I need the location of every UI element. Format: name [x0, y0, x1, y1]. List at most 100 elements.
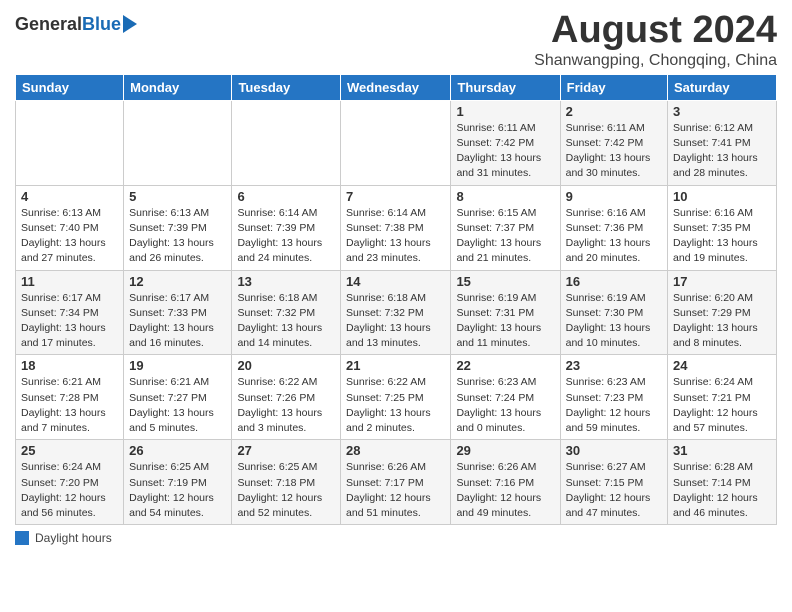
calendar-cell: 12Sunrise: 6:17 AM Sunset: 7:33 PM Dayli… [124, 270, 232, 355]
calendar-cell [232, 100, 341, 185]
calendar-cell: 22 Sunrise: 6:23 AM Sunset: 7:24 PM Dayli… [451, 355, 560, 440]
day-number: 20 [237, 358, 335, 373]
day-number: 28 [346, 443, 445, 458]
week-row-3: 18 Sunrise: 6:21 AM Sunset: 7:28 PM Dayli… [16, 355, 777, 440]
day-number: 5 [129, 189, 226, 204]
day-info: Sunrise: 6:26 AM Sunset: 7:17 PM Dayligh… [346, 460, 445, 521]
day-info: Sunrise: 6:28 AM Sunset: 7:14 PM Dayligh… [673, 460, 771, 521]
day-number: 25 [21, 443, 118, 458]
day-info: Sunrise: 6:21 AM Sunset: 7:28 PM Dayligh… [21, 375, 118, 436]
day-number: 19 [129, 358, 226, 373]
day-info: Sunrise: 6:17 AM Sunset: 7:33 PM Dayligh… [129, 291, 226, 352]
calendar-cell: 18 Sunrise: 6:21 AM Sunset: 7:28 PM Dayli… [16, 355, 124, 440]
calendar-cell: 16Sunrise: 6:19 AM Sunset: 7:30 PM Dayli… [560, 270, 667, 355]
calendar-cell [341, 100, 451, 185]
day-info: Sunrise: 6:22 AM Sunset: 7:26 PM Dayligh… [237, 375, 335, 436]
day-info: Sunrise: 6:13 AM Sunset: 7:39 PM Dayligh… [129, 206, 226, 267]
day-number: 21 [346, 358, 445, 373]
calendar-cell: 21 Sunrise: 6:22 AM Sunset: 7:25 PM Dayli… [341, 355, 451, 440]
logo-blue-text: Blue [82, 14, 121, 35]
calendar-cell: 28 Sunrise: 6:26 AM Sunset: 7:17 PM Dayli… [341, 440, 451, 525]
calendar-cell: 13 Sunrise: 6:18 AM Sunset: 7:32 PM Dayli… [232, 270, 341, 355]
day-info: Sunrise: 6:18 AM Sunset: 7:32 PM Dayligh… [346, 291, 445, 352]
day-number: 24 [673, 358, 771, 373]
calendar-cell: 20 Sunrise: 6:22 AM Sunset: 7:26 PM Dayli… [232, 355, 341, 440]
day-info: Sunrise: 6:23 AM Sunset: 7:23 PM Dayligh… [566, 375, 662, 436]
day-number: 13 [237, 274, 335, 289]
day-info: Sunrise: 6:13 AM Sunset: 7:40 PM Dayligh… [21, 206, 118, 267]
week-row-2: 11 Sunrise: 6:17 AM Sunset: 7:34 PM Dayli… [16, 270, 777, 355]
day-number: 6 [237, 189, 335, 204]
calendar-cell [16, 100, 124, 185]
day-info: Sunrise: 6:16 AM Sunset: 7:36 PM Dayligh… [566, 206, 662, 267]
legend: Daylight hours [15, 531, 777, 545]
calendar-cell: 6 Sunrise: 6:14 AM Sunset: 7:39 PM Daylig… [232, 185, 341, 270]
day-info: Sunrise: 6:14 AM Sunset: 7:39 PM Dayligh… [237, 206, 335, 267]
calendar-cell: 1Sunrise: 6:11 AM Sunset: 7:42 PM Daylig… [451, 100, 560, 185]
title-block: August 2024 Shanwangping, Chongqing, Chi… [534, 10, 777, 70]
day-info: Sunrise: 6:25 AM Sunset: 7:19 PM Dayligh… [129, 460, 226, 521]
logo: General Blue [15, 14, 137, 35]
day-number: 31 [673, 443, 771, 458]
day-number: 29 [456, 443, 554, 458]
day-info: Sunrise: 6:21 AM Sunset: 7:27 PM Dayligh… [129, 375, 226, 436]
calendar-cell: 7 Sunrise: 6:14 AM Sunset: 7:38 PM Daylig… [341, 185, 451, 270]
day-info: Sunrise: 6:24 AM Sunset: 7:20 PM Dayligh… [21, 460, 118, 521]
calendar-cell: 31 Sunrise: 6:28 AM Sunset: 7:14 PM Dayli… [668, 440, 777, 525]
day-info: Sunrise: 6:22 AM Sunset: 7:25 PM Dayligh… [346, 375, 445, 436]
day-number: 15 [456, 274, 554, 289]
header-monday: Monday [124, 74, 232, 100]
day-number: 27 [237, 443, 335, 458]
day-number: 18 [21, 358, 118, 373]
calendar-cell: 19 Sunrise: 6:21 AM Sunset: 7:27 PM Dayli… [124, 355, 232, 440]
day-info: Sunrise: 6:18 AM Sunset: 7:32 PM Dayligh… [237, 291, 335, 352]
day-info: Sunrise: 6:25 AM Sunset: 7:18 PM Dayligh… [237, 460, 335, 521]
calendar-header: SundayMondayTuesdayWednesdayThursdayFrid… [16, 74, 777, 100]
calendar-cell: 8 Sunrise: 6:15 AM Sunset: 7:37 PM Daylig… [451, 185, 560, 270]
day-info: Sunrise: 6:19 AM Sunset: 7:31 PM Dayligh… [456, 291, 554, 352]
day-number: 11 [21, 274, 118, 289]
day-number: 1 [456, 104, 554, 119]
calendar-cell: 2Sunrise: 6:11 AM Sunset: 7:42 PM Daylig… [560, 100, 667, 185]
day-info: Sunrise: 6:20 AM Sunset: 7:29 PM Dayligh… [673, 291, 771, 352]
header-tuesday: Tuesday [232, 74, 341, 100]
calendar-cell: 3Sunrise: 6:12 AM Sunset: 7:41 PM Daylig… [668, 100, 777, 185]
day-info: Sunrise: 6:15 AM Sunset: 7:37 PM Dayligh… [456, 206, 554, 267]
day-info: Sunrise: 6:24 AM Sunset: 7:21 PM Dayligh… [673, 375, 771, 436]
day-number: 9 [566, 189, 662, 204]
day-info: Sunrise: 6:16 AM Sunset: 7:35 PM Dayligh… [673, 206, 771, 267]
calendar-cell: 4 Sunrise: 6:13 AM Sunset: 7:40 PM Daylig… [16, 185, 124, 270]
day-info: Sunrise: 6:14 AM Sunset: 7:38 PM Dayligh… [346, 206, 445, 267]
calendar-cell: 27 Sunrise: 6:25 AM Sunset: 7:18 PM Dayli… [232, 440, 341, 525]
day-number: 23 [566, 358, 662, 373]
day-info: Sunrise: 6:11 AM Sunset: 7:42 PM Dayligh… [566, 121, 662, 182]
calendar-cell [124, 100, 232, 185]
week-row-4: 25 Sunrise: 6:24 AM Sunset: 7:20 PM Dayli… [16, 440, 777, 525]
calendar-cell: 29 Sunrise: 6:26 AM Sunset: 7:16 PM Dayli… [451, 440, 560, 525]
day-info: Sunrise: 6:26 AM Sunset: 7:16 PM Dayligh… [456, 460, 554, 521]
calendar-cell: 10Sunrise: 6:16 AM Sunset: 7:35 PM Dayli… [668, 185, 777, 270]
day-number: 16 [566, 274, 662, 289]
day-number: 17 [673, 274, 771, 289]
header-wednesday: Wednesday [341, 74, 451, 100]
day-number: 7 [346, 189, 445, 204]
calendar-cell: 15 Sunrise: 6:19 AM Sunset: 7:31 PM Dayli… [451, 270, 560, 355]
location-subtitle: Shanwangping, Chongqing, China [534, 52, 777, 70]
day-number: 22 [456, 358, 554, 373]
page-header: General Blue August 2024 Shanwangping, C… [15, 10, 777, 70]
day-info: Sunrise: 6:17 AM Sunset: 7:34 PM Dayligh… [21, 291, 118, 352]
calendar-cell: 25 Sunrise: 6:24 AM Sunset: 7:20 PM Dayli… [16, 440, 124, 525]
day-number: 3 [673, 104, 771, 119]
month-title: August 2024 [534, 10, 777, 52]
calendar-cell: 30Sunrise: 6:27 AM Sunset: 7:15 PM Dayli… [560, 440, 667, 525]
day-number: 4 [21, 189, 118, 204]
day-info: Sunrise: 6:23 AM Sunset: 7:24 PM Dayligh… [456, 375, 554, 436]
header-friday: Friday [560, 74, 667, 100]
day-number: 30 [566, 443, 662, 458]
calendar-cell: 17 Sunrise: 6:20 AM Sunset: 7:29 PM Dayli… [668, 270, 777, 355]
calendar-cell: 11 Sunrise: 6:17 AM Sunset: 7:34 PM Dayli… [16, 270, 124, 355]
day-number: 8 [456, 189, 554, 204]
header-sunday: Sunday [16, 74, 124, 100]
calendar-cell: 26Sunrise: 6:25 AM Sunset: 7:19 PM Dayli… [124, 440, 232, 525]
header-thursday: Thursday [451, 74, 560, 100]
